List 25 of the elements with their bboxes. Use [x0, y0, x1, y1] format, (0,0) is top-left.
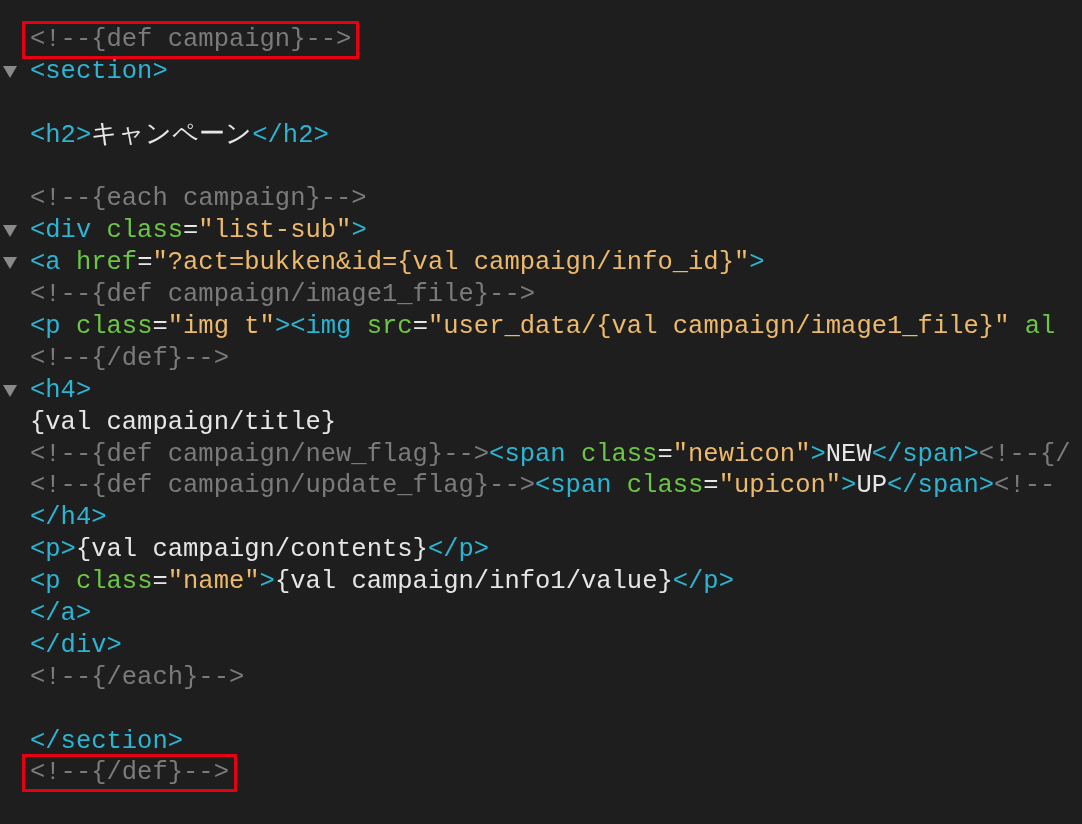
code-line: <!--{/def}--> — [30, 343, 229, 374]
code-line: </h4> — [30, 503, 107, 534]
code-line: <p class="name">{val campaign/info1/value}</p> — [30, 567, 734, 598]
code-line: <p class="img t"><img src="user_data/{val campaign/image1_file}" al — [30, 311, 1056, 342]
code-line: <p>{val campaign/contents}</p> — [30, 535, 490, 566]
code-line: </div> — [30, 630, 122, 661]
code-line: <h2>キャンペーン</h2> — [30, 120, 329, 151]
code-line: <div class="list-sub"> — [30, 216, 367, 247]
fold-triangle-icon[interactable] — [3, 65, 17, 78]
code-line: {val campaign/title} — [30, 407, 337, 438]
fold-triangle-icon[interactable] — [3, 384, 17, 397]
fold-triangle-icon[interactable] — [3, 225, 17, 238]
code-line: </section> — [30, 726, 184, 757]
fold-triangle-icon[interactable] — [3, 257, 17, 270]
code-line: <!--{/each}--> — [30, 662, 245, 693]
code-line: <!--{def campaign/image1_file}--> — [30, 280, 535, 311]
code-line: <!--{def campaign}--> — [30, 24, 352, 54]
code-line: <a href="?act=bukken&id={val campaign/info_id}"> — [30, 248, 765, 279]
code-line: <h4> — [30, 375, 92, 406]
code-line: <!--{each campaign}--> — [30, 184, 367, 215]
code-line: <!--{/def}--> — [30, 758, 229, 788]
code-line: <!--{def campaign/update_flag}--><span class="upicon">UP</span><!-- — [30, 471, 1056, 502]
code-line: <!--{def campaign/new_flag}--><span class="newicon">NEW</span><!--{/ — [30, 439, 1071, 470]
code-line: </a> — [30, 598, 92, 629]
code-line: <section> — [30, 56, 168, 87]
